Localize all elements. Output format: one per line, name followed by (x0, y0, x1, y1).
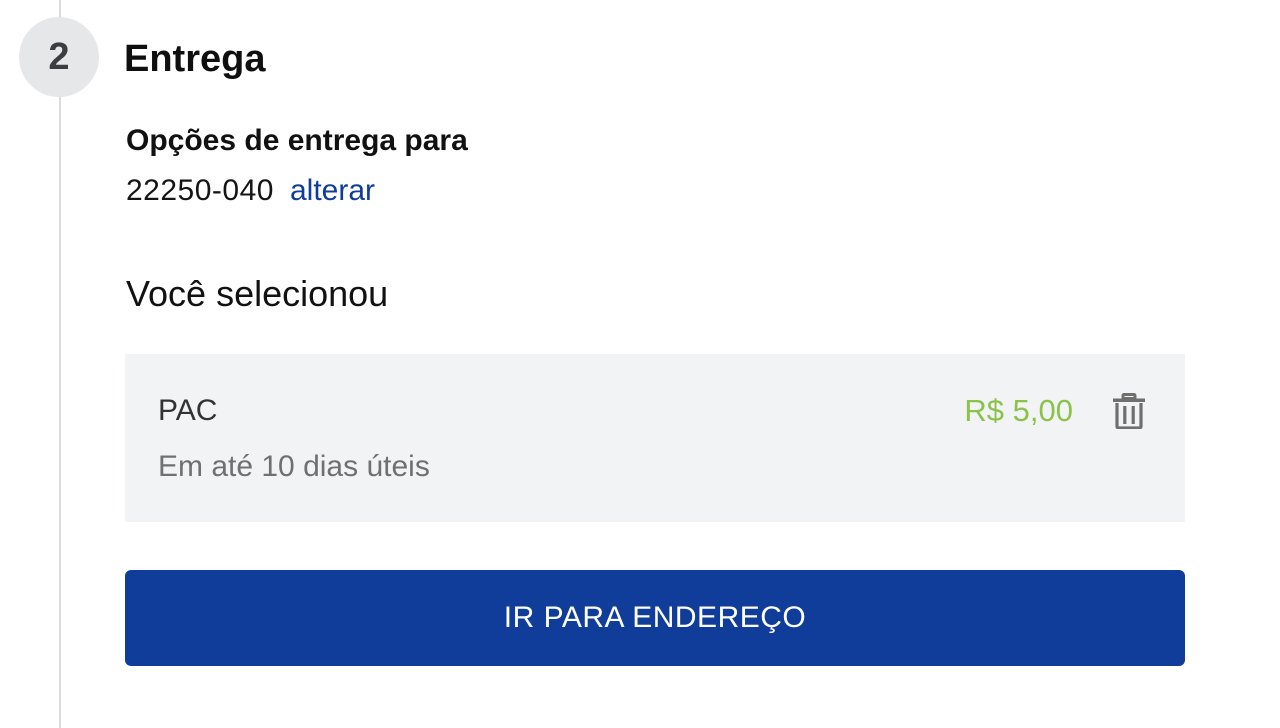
timeline-line (59, 0, 61, 728)
shipping-option-eta: Em até 10 dias úteis (158, 450, 430, 483)
shipping-option-price: R$ 5,00 (964, 393, 1073, 428)
selected-shipping-option: PAC Em até 10 dias úteis R$ 5,00 (125, 354, 1185, 522)
delivery-options-heading: Opções de entrega para (126, 124, 468, 157)
remove-shipping-button[interactable] (1111, 392, 1147, 430)
go-to-address-button[interactable]: IR PARA ENDEREÇO (125, 570, 1185, 666)
selected-heading: Você selecionou (126, 273, 389, 314)
step-number: 2 (48, 35, 70, 78)
trash-icon (1113, 393, 1145, 429)
step-title: Entrega (124, 38, 266, 80)
zip-code-row: 22250-040 alterar (126, 172, 375, 210)
checkout-delivery-step: 2 Entrega Opções de entrega para 22250-0… (0, 0, 1280, 728)
zip-code: 22250-040 (126, 174, 274, 207)
step-number-badge: 2 (19, 17, 99, 97)
change-zip-link[interactable]: alterar (290, 172, 375, 210)
shipping-option-name: PAC (158, 394, 218, 427)
